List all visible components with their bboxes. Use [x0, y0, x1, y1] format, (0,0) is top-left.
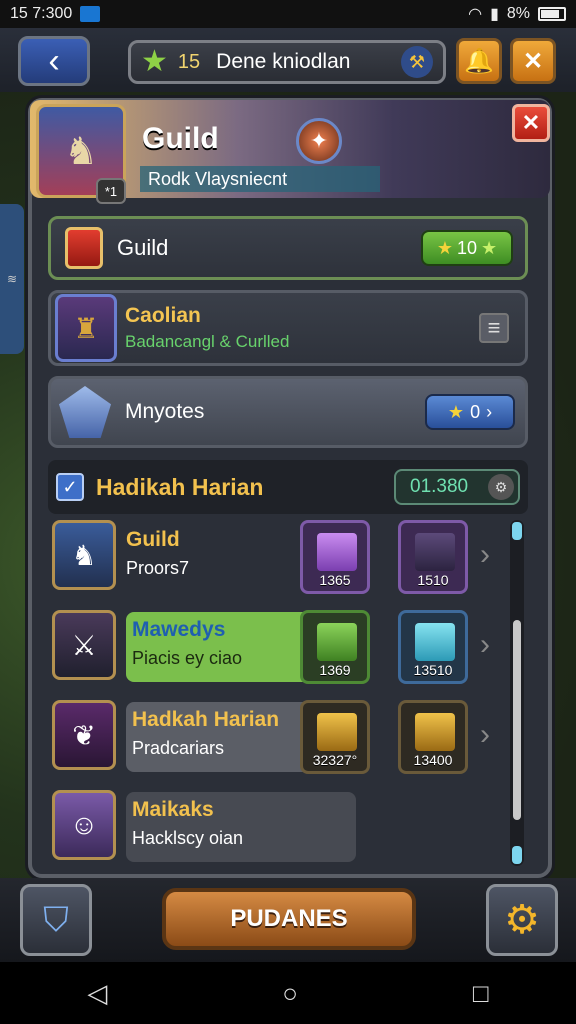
title-bar: ★ 15 Dene kniodlan ⚒ — [128, 40, 446, 84]
assassin-icon: ⚔ — [52, 610, 116, 680]
gold-chest-icon — [415, 713, 455, 751]
primary-action-button[interactable]: PUDANES — [162, 888, 416, 950]
avatar-level: *1 — [96, 178, 126, 204]
star-icon: ★ — [447, 401, 465, 422]
scroll-thumb[interactable] — [513, 620, 521, 820]
notes-row[interactable]: Mnyotes ★ 0 › — [48, 376, 528, 448]
member-name: Caolian — [125, 304, 201, 327]
notes-label: Mnyotes — [125, 400, 205, 423]
reward-slot[interactable]: 13400 — [398, 700, 468, 774]
reward-value: 1369 — [319, 662, 351, 678]
member-sub: Badancangl & Curlled — [125, 332, 290, 351]
chest-icon — [317, 533, 357, 571]
player-level: 15 — [177, 50, 201, 73]
notes-value: 0 — [470, 401, 481, 422]
mage-icon: ☺ — [52, 790, 116, 860]
list-item[interactable]: ♞ Guild Proors7 1365 1510 › — [48, 516, 490, 600]
chevron-right-icon[interactable]: › — [480, 718, 490, 752]
list-item[interactable]: ⚔ Mawedys Piacis ey ciao 1369 13510 › — [48, 606, 490, 690]
checkbox[interactable]: ✓ — [56, 473, 84, 501]
close-top-button[interactable]: ✕ — [510, 38, 556, 84]
star-icon: ★ — [141, 45, 168, 78]
counter-value: 01.380 — [410, 476, 469, 497]
gold-chest-icon — [317, 713, 357, 751]
nav-recents-icon[interactable]: □ — [473, 978, 489, 1009]
scroll-cap-bottom — [512, 846, 522, 864]
settings-button[interactable]: ⚙ — [486, 884, 558, 956]
reward-slot[interactable]: 1510 — [398, 520, 468, 594]
section-counter: 01.380 ⚙ — [394, 469, 520, 505]
member-row[interactable]: ♜ Caolian Badancangl & Curlled ≡ — [48, 290, 528, 366]
gear-icon: ⚙ — [504, 898, 540, 942]
side-tab[interactable]: ≋ — [0, 204, 24, 354]
guild-score-value: 10 — [456, 237, 478, 258]
list-item-sub: Hacklscy oian — [132, 828, 244, 848]
gear-icon: ⚙ — [488, 474, 514, 500]
nav-home-icon[interactable]: ○ — [282, 978, 298, 1009]
battery-percent: 8% — [506, 5, 530, 22]
scroll-icon: ≋ — [6, 272, 18, 286]
warrior-icon: ♜ — [55, 294, 117, 362]
guild-emblem-icon: ✦ — [296, 118, 342, 164]
reward-slot[interactable]: 1365 — [300, 520, 370, 594]
reward-slot[interactable]: 1369 — [300, 610, 370, 684]
panel-title: Guild — [142, 122, 219, 155]
cube-icon — [65, 227, 103, 269]
chevron-right-icon[interactable]: › — [480, 538, 490, 572]
arrow-left-icon: ‹ — [48, 41, 60, 80]
list-item[interactable]: ❦ Hadkah Harian Pradcariars 32327° 13400… — [48, 696, 490, 780]
close-icon: ✕ — [522, 47, 544, 75]
star-icon: ★ — [436, 237, 453, 258]
reward-value: 13400 — [413, 752, 453, 768]
menu-icon[interactable]: ≡ — [479, 313, 509, 343]
list-item-name: Maikaks — [132, 798, 214, 821]
star-icon: ★ — [481, 237, 498, 258]
scroll-cap-top — [512, 522, 522, 540]
chevron-right-icon[interactable]: › — [480, 628, 490, 662]
status-bar: 15 7:300 ◠ ▮ 8% — [0, 0, 576, 28]
gift-icon — [317, 623, 357, 661]
arrow-right-icon: › — [486, 401, 493, 422]
reward-slot[interactable]: 13510 — [398, 610, 468, 684]
message-icon — [80, 6, 101, 22]
shield-button[interactable]: ⛉ — [20, 884, 92, 956]
wifi-icon: ◠ — [468, 6, 483, 23]
bell-icon: 🔔 — [464, 47, 494, 75]
list-item-text: Maikaks Hacklscy oian — [126, 792, 356, 862]
knight-icon: ♞ — [52, 520, 116, 590]
panel-subtitle: Rodk Vlaysniecnt — [140, 166, 380, 192]
reward-value: 32327° — [312, 752, 358, 768]
android-nav-bar: ◁ ○ □ — [0, 962, 576, 1024]
crystal-icon — [59, 386, 111, 438]
close-panel-button[interactable]: ✕ — [512, 104, 550, 142]
knight-icon: ♞ — [63, 130, 99, 173]
kingdom-name: Dene kniodlan — [216, 50, 351, 73]
guild-row[interactable]: Guild ★ 10 ★ — [48, 216, 528, 280]
reward-value: 13510 — [413, 662, 453, 678]
back-button[interactable]: ‹ — [18, 36, 90, 86]
notes-badge[interactable]: ★ 0 › — [425, 394, 515, 430]
scrollbar[interactable] — [510, 520, 524, 866]
wizard-icon — [415, 533, 455, 571]
feather-icon: ❦ — [52, 700, 116, 770]
daily-section-header: ✓ Hadikah Harian 01.380 ⚙ — [48, 460, 528, 514]
close-icon: ✕ — [521, 110, 541, 135]
section-title: Hadikah Harian — [96, 473, 264, 500]
gem-icon — [415, 623, 455, 661]
signal-icon: ▮ — [490, 6, 499, 23]
reward-slot[interactable]: 32327° — [300, 700, 370, 774]
guild-row-label: Guild — [117, 235, 169, 260]
status-time: 15 7:300 — [10, 5, 73, 22]
shield-icon: ⛉ — [43, 900, 69, 939]
reward-value: 1510 — [417, 572, 449, 588]
guild-score-badge[interactable]: ★ 10 ★ — [421, 230, 513, 266]
notification-button[interactable]: 🔔 — [456, 38, 502, 84]
hammer-icon[interactable]: ⚒ — [401, 46, 433, 78]
list-item[interactable]: ☺ Maikaks Hacklscy oian — [48, 786, 488, 870]
battery-icon — [538, 7, 566, 21]
nav-back-icon[interactable]: ◁ — [87, 978, 107, 1009]
reward-value: 1365 — [319, 572, 351, 588]
